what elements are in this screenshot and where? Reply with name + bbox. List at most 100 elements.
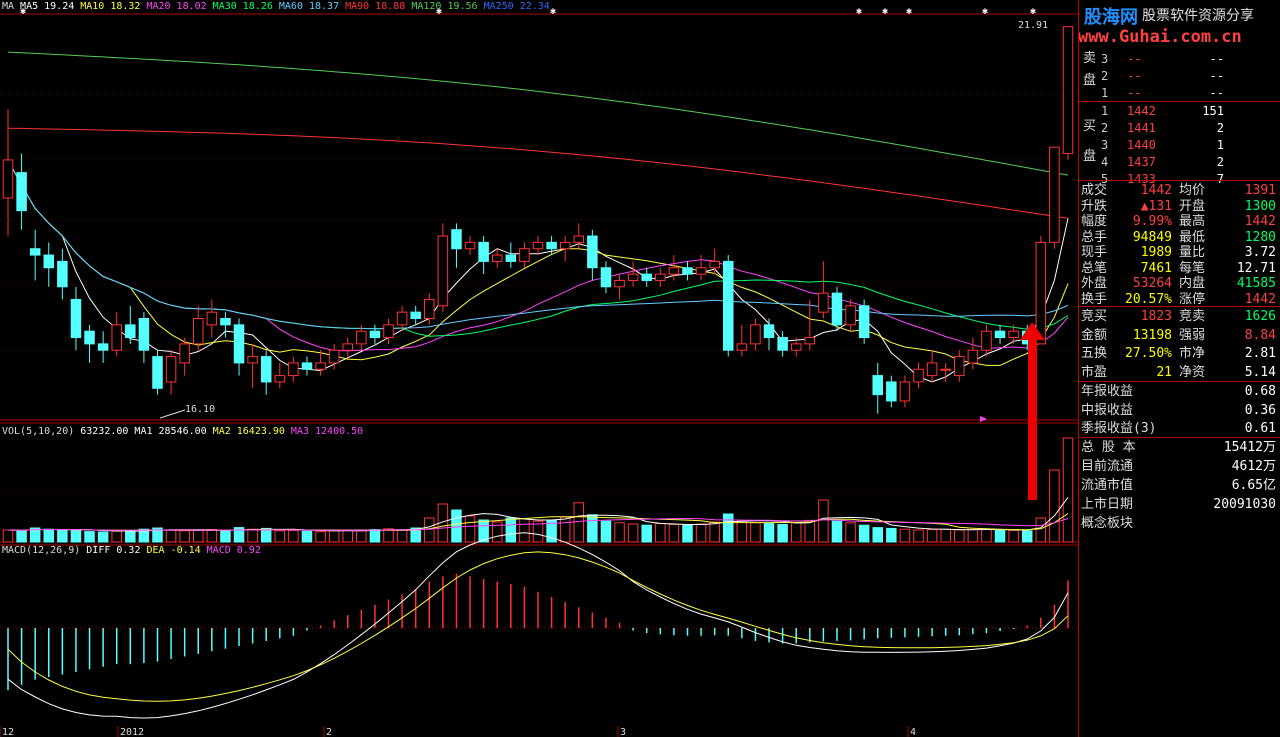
x-tick-label: 2 [326,727,332,737]
volume-bar [587,514,598,543]
volume-bar [260,527,272,543]
candle [641,273,652,281]
volume-bar [125,530,136,543]
share-row: 上市日期 20091030 [1081,497,1276,512]
quote-panel: 卖盘 3 -- -- 2 -- -- 1 -- -- 买盘 1 1442 151 2 1441 2 3 144… [1078,0,1280,737]
candle [369,330,381,339]
volume-bar [206,529,218,543]
volume-bar [709,521,720,543]
volume-bar [193,529,204,543]
volume-bar [858,524,870,543]
candle [587,235,598,269]
volume-bar [328,529,340,543]
volume-bar [954,529,965,543]
candle [804,337,816,345]
volume-bar [723,513,734,543]
candle [872,375,884,396]
candle [478,241,489,262]
candle [573,235,585,243]
volume-bar [464,515,476,543]
candle [220,318,231,326]
volume-bar [845,522,856,543]
volume-bar [736,520,748,543]
vol-legend: VOL(5,10,20) 63232.00 MA1 28546.00 MA2 1642… [2,426,369,437]
candle [383,324,394,339]
candle [111,324,122,351]
volume-bar [790,522,802,543]
volume-bar [369,529,381,543]
volume-bar [994,529,1006,543]
share-row: 流通市值 6.65亿 [1081,478,1276,493]
cursor-marker-icon [980,416,987,422]
candle [2,159,14,199]
sell-level-row: 1 -- -- [1101,86,1224,100]
high-price-label: 21.91 [1018,20,1048,31]
volume-bar [777,523,788,543]
candle [424,298,435,319]
candle [750,324,761,345]
candle [274,375,286,383]
volume-bar [818,499,829,543]
ma-legend-item: MA [2,1,15,12]
volume-bar [505,517,517,543]
vol-legend-item: 63232.00 [80,426,129,437]
x-tick-label: 3 [620,727,626,737]
volume-bar [913,529,924,543]
kline-chart[interactable]: 21.9116.1012 2012 2 3 4✱ ✱ ✱ ✱ ✱ ✱ ✱ ✱ [0,0,1078,737]
volume-bar [559,516,571,543]
volume-bar [451,509,462,543]
event-marker-icon: ✱ [882,6,888,17]
ma-legend-item: MA60 18.37 [278,1,340,12]
ma10-line [7,159,1069,366]
buy-level-row: 2 1441 2 [1101,121,1224,135]
candle [736,343,748,351]
vol-legend-item: MA3 12400.50 [290,426,364,437]
event-marker-icon: ✱ [856,6,862,17]
candle [152,356,163,389]
volume-bar [1021,530,1033,543]
candle [858,305,870,339]
ma5-line [7,159,1069,383]
candle [505,254,517,262]
candle [260,356,272,383]
candle [179,343,190,364]
volume-bar [1062,437,1074,543]
volume-bar [57,529,68,543]
volume-bar [627,523,639,543]
quote-row: 竞买 1823 竞卖 1626 [1081,309,1276,324]
candle [777,337,788,351]
volume-bar [831,520,843,543]
share-row: 目前流通 4612万 [1081,459,1276,474]
candle [831,292,843,326]
share-row: 总 股 本 15412万 [1081,440,1276,455]
candle [981,330,992,351]
event-marker-icon: ✱ [906,6,912,17]
candle [97,343,109,351]
vol-legend-item: MA1 28546.00 [134,426,207,437]
candle [1035,241,1047,345]
volume-bar [356,530,367,543]
candle [709,260,720,269]
volume-bar [84,531,95,543]
candle [886,381,897,402]
candle [451,229,462,250]
volume-bar [641,524,652,543]
volume-bar [424,517,435,543]
ma90-line [7,127,1069,219]
volume-bar [682,524,693,543]
volume-bar [16,530,27,543]
macd-legend-item: DIFF 0.32 [86,545,141,556]
buy-level-row: 3 1440 1 [1101,138,1224,152]
ma-legend-item: MA10 18.32 [80,1,141,12]
candle [138,318,150,351]
ma-legend-item: MA250 22.34 [483,1,550,12]
volume-bar [342,529,354,543]
volume-bar [1008,529,1019,543]
volume-bar [695,523,707,543]
volume-bar [573,502,585,543]
candle [519,248,530,262]
candle [315,362,326,370]
candle [29,248,41,256]
candle [396,311,408,326]
candle [437,235,449,307]
